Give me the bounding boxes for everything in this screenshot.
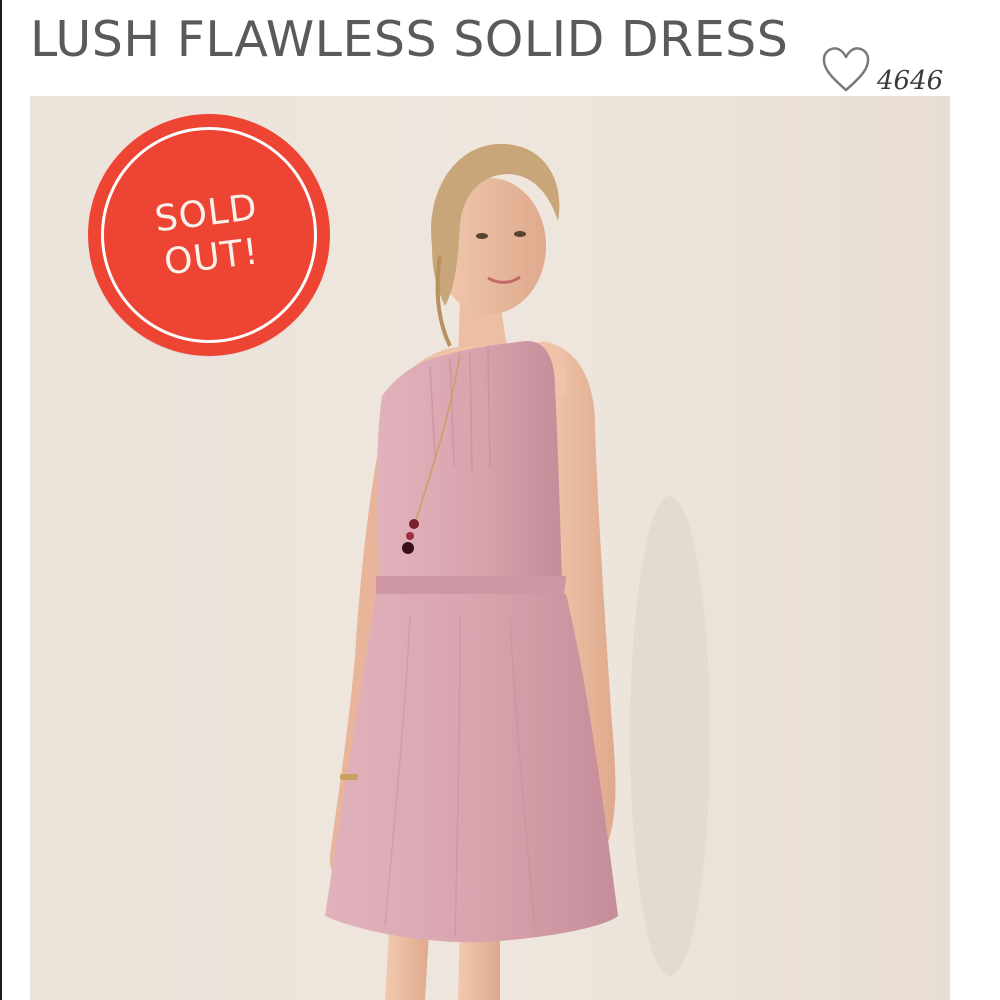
like-button[interactable] [820,44,872,96]
product-title: LUSH FLAWLESS SOLID DRESS [30,11,789,68]
heart-outline-icon [822,47,870,92]
left-border [0,0,2,1000]
like-count: 4646 [877,66,944,96]
sold-out-badge: SOLD OUT! [88,114,330,356]
